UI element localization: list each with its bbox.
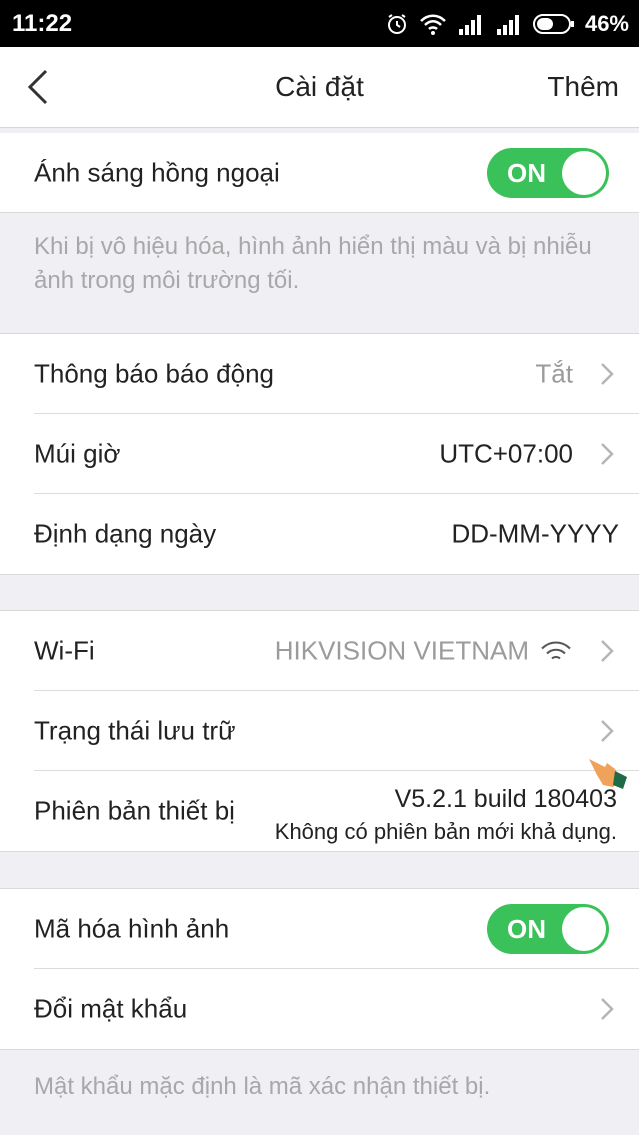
status-bar: 11:22 46% xyxy=(0,0,639,47)
divider xyxy=(0,574,639,575)
wifi-icon xyxy=(541,641,571,659)
infrared-label: Ánh sáng hồng ngoại xyxy=(34,157,280,188)
battery-percent: 46% xyxy=(584,11,629,36)
device-version-value: V5.2.1 build 180403 xyxy=(394,785,617,813)
divider xyxy=(0,851,639,852)
timezone-value: UTC+07:00 xyxy=(439,438,573,469)
storage-status-row[interactable]: Trạng thái lưu trữ xyxy=(0,691,639,771)
timezone-label: Múi giờ xyxy=(34,438,121,469)
password-note: Mật khẩu mặc định là mã xác nhận thiết b… xyxy=(34,1073,491,1100)
chevron-right-icon xyxy=(601,998,614,1020)
toggle-knob xyxy=(562,151,606,195)
timezone-row[interactable]: Múi giờ UTC+07:00 xyxy=(0,414,639,494)
alarm-clock-icon xyxy=(387,14,406,34)
status-icons: 46% xyxy=(385,8,629,40)
change-password-label: Đổi mật khẩu xyxy=(34,993,188,1024)
device-version-label: Phiên bản thiết bị xyxy=(34,795,235,826)
chevron-right-icon xyxy=(601,363,614,385)
nav-bar: Cài đặt Thêm xyxy=(0,47,639,128)
divider xyxy=(0,212,639,213)
chevron-right-icon xyxy=(601,640,614,662)
infrared-note: Khi bị vô hiệu hóa, hình ảnh hiển thị mà… xyxy=(34,233,592,294)
infrared-toggle[interactable]: ON xyxy=(487,148,609,198)
date-format-label: Định dạng ngày xyxy=(34,518,217,549)
date-format-row: Định dạng ngày DD-MM-YYYY xyxy=(0,494,639,574)
more-button[interactable]: Thêm xyxy=(547,71,619,103)
update-status-text: Không có phiên bản mới khả dụng. xyxy=(274,819,617,844)
divider xyxy=(0,1049,639,1050)
signal-icon xyxy=(458,15,481,35)
image-encryption-toggle[interactable]: ON xyxy=(487,904,609,954)
wifi-label: Wi-Fi xyxy=(34,635,95,666)
device-version-row[interactable]: Phiên bản thiết bị V5.2.1 build 180403 K… xyxy=(0,759,639,851)
status-time: 11:22 xyxy=(12,10,73,37)
alarm-notification-row[interactable]: Thông báo báo động Tắt xyxy=(0,334,639,414)
image-encryption-row: Mã hóa hình ảnh ON xyxy=(0,889,639,969)
wifi-row[interactable]: Wi-Fi HIKVISION VIETNAM xyxy=(0,611,639,691)
alarm-label: Thông báo báo động xyxy=(34,358,274,389)
chevron-right-icon xyxy=(601,720,614,742)
chevron-right-icon xyxy=(601,443,614,465)
alarm-value: Tắt xyxy=(535,358,573,389)
date-format-value: DD-MM-YYYY xyxy=(451,518,619,549)
signal-icon-2 xyxy=(496,15,519,35)
wifi-value: HIKVISION VIETNAM xyxy=(274,635,529,666)
image-encryption-label: Mã hóa hình ảnh xyxy=(34,913,230,944)
toggle-knob xyxy=(562,907,606,951)
change-password-row[interactable]: Đổi mật khẩu xyxy=(0,969,639,1049)
infrared-row: Ánh sáng hồng ngoại ON xyxy=(0,133,639,213)
wifi-status-icon xyxy=(420,14,446,35)
battery-icon xyxy=(532,14,574,34)
storage-label: Trạng thái lưu trữ xyxy=(34,715,236,746)
page-title: Cài đặt xyxy=(275,71,364,102)
